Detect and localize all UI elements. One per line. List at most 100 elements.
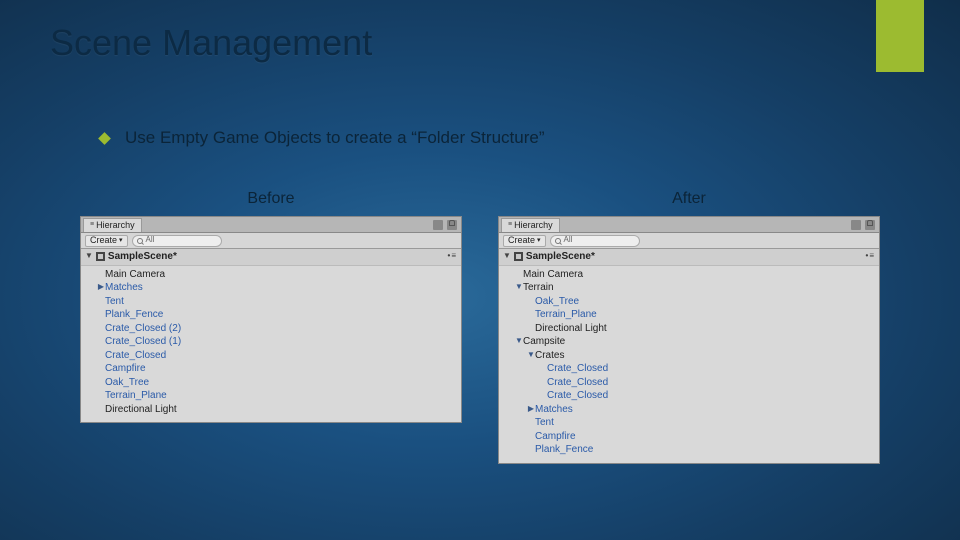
scene-row[interactable]: ▼ SampleScene* •≡ — [81, 249, 461, 266]
bullet-row: Use Empty Game Objects to create a “Fold… — [100, 128, 544, 148]
search-placeholder: All — [564, 235, 573, 246]
popout-icon[interactable] — [433, 220, 443, 230]
hierarchy-item-label: Plank_Fence — [535, 443, 593, 457]
lock-icon[interactable] — [447, 220, 457, 230]
hierarchy-item-label: Terrain — [523, 281, 554, 295]
create-label: Create — [508, 234, 535, 246]
hierarchy-item[interactable]: Crate_Closed — [499, 362, 879, 376]
hierarchy-item-label: Directional Light — [105, 403, 177, 417]
before-tree: Main Camera▶MatchesTentPlank_FenceCrate_… — [81, 266, 461, 423]
chevron-down-icon: ▾ — [119, 236, 123, 245]
search-icon — [555, 238, 561, 244]
accent-bar — [876, 0, 924, 72]
hierarchy-item[interactable]: Crate_Closed (2) — [81, 322, 461, 336]
hierarchy-item-label: Crate_Closed — [547, 389, 608, 403]
hierarchy-item-label: Crates — [535, 349, 564, 363]
scene-name: SampleScene* — [108, 250, 177, 264]
hierarchy-item-label: Terrain_Plane — [535, 308, 597, 322]
context-menu-icon[interactable]: •≡ — [448, 251, 457, 262]
context-menu-icon[interactable]: •≡ — [866, 251, 875, 262]
columns: Before ≡ Hierarchy Create ▾ — [80, 190, 880, 464]
hierarchy-item-label: Main Camera — [523, 268, 583, 282]
hierarchy-item[interactable]: Tent — [499, 416, 879, 430]
hierarchy-item[interactable]: Crate_Closed — [499, 376, 879, 390]
hierarchy-item[interactable]: ▼Campsite — [499, 335, 879, 349]
hierarchy-item-label: Main Camera — [105, 268, 165, 282]
hierarchy-item-label: Crate_Closed — [547, 362, 608, 376]
hierarchy-search[interactable]: All — [550, 235, 640, 247]
hierarchy-item[interactable]: Terrain_Plane — [81, 389, 461, 403]
hierarchy-item-label: Directional Light — [535, 322, 607, 336]
panel-toolbar: Create ▾ All — [499, 233, 879, 249]
hierarchy-search[interactable]: All — [132, 235, 222, 247]
hierarchy-item-label: Oak_Tree — [535, 295, 579, 309]
hierarchy-item[interactable]: Oak_Tree — [499, 295, 879, 309]
hierarchy-item[interactable]: ▼Crates — [499, 349, 879, 363]
foldout-arrow-icon[interactable]: ▼ — [527, 350, 535, 361]
hierarchy-item[interactable]: Main Camera — [499, 268, 879, 282]
hierarchy-item[interactable]: ▶Matches — [499, 403, 879, 417]
scene-name: SampleScene* — [526, 250, 595, 264]
foldout-arrow-icon[interactable]: ▼ — [515, 282, 523, 293]
hierarchy-item-label: Terrain_Plane — [105, 389, 167, 403]
hierarchy-item[interactable]: Plank_Fence — [81, 308, 461, 322]
hierarchy-item[interactable]: Oak_Tree — [81, 376, 461, 390]
create-button[interactable]: Create ▾ — [503, 235, 546, 247]
dropdown-icon: ≡ — [508, 220, 512, 229]
panel-toolbar: Create ▾ All — [81, 233, 461, 249]
hierarchy-panel-before: ≡ Hierarchy Create ▾ All — [80, 216, 462, 423]
slide-title: Scene Management — [50, 22, 372, 64]
foldout-arrow-icon[interactable]: ▼ — [515, 336, 523, 347]
hierarchy-item-label: Tent — [105, 295, 124, 309]
after-tree: Main Camera▼TerrainOak_TreeTerrain_Plane… — [499, 266, 879, 463]
slide: Scene Management Use Empty Game Objects … — [0, 0, 960, 540]
dropdown-icon: ≡ — [90, 220, 94, 229]
hierarchy-item[interactable]: ▶Matches — [81, 281, 461, 295]
lock-icon[interactable] — [865, 220, 875, 230]
hierarchy-item-label: Campfire — [105, 362, 146, 376]
hierarchy-item[interactable]: Crate_Closed — [81, 349, 461, 363]
hierarchy-item[interactable]: Crate_Closed (1) — [81, 335, 461, 349]
hierarchy-item[interactable]: Campfire — [81, 362, 461, 376]
unity-scene-icon — [96, 252, 105, 261]
hierarchy-tab[interactable]: ≡ Hierarchy — [83, 218, 142, 232]
foldout-icon: ▼ — [503, 251, 511, 262]
hierarchy-item[interactable]: Tent — [81, 295, 461, 309]
hierarchy-item[interactable]: Directional Light — [499, 322, 879, 336]
hierarchy-item-label: Crate_Closed — [105, 349, 166, 363]
search-icon — [137, 238, 143, 244]
hierarchy-item[interactable]: Plank_Fence — [499, 443, 879, 457]
before-column: Before ≡ Hierarchy Create ▾ — [80, 190, 462, 464]
hierarchy-item-label: Matches — [535, 403, 573, 417]
search-placeholder: All — [146, 235, 155, 246]
create-label: Create — [90, 234, 117, 246]
hierarchy-tab[interactable]: ≡ Hierarchy — [501, 218, 560, 232]
chevron-down-icon: ▾ — [537, 236, 541, 245]
popout-icon[interactable] — [851, 220, 861, 230]
hierarchy-item[interactable]: Crate_Closed — [499, 389, 879, 403]
hierarchy-item-label: Campfire — [535, 430, 576, 444]
panel-tabbar: ≡ Hierarchy — [499, 217, 879, 233]
foldout-arrow-icon[interactable]: ▶ — [527, 404, 535, 415]
hierarchy-item-label: Campsite — [523, 335, 565, 349]
foldout-arrow-icon[interactable]: ▶ — [97, 282, 105, 293]
hierarchy-item[interactable]: Main Camera — [81, 268, 461, 282]
after-label: After — [672, 190, 706, 208]
hierarchy-item[interactable]: Campfire — [499, 430, 879, 444]
hierarchy-item-label: Tent — [535, 416, 554, 430]
hierarchy-item-label: Plank_Fence — [105, 308, 163, 322]
hierarchy-item[interactable]: Terrain_Plane — [499, 308, 879, 322]
bullet-text: Use Empty Game Objects to create a “Fold… — [125, 128, 544, 148]
hierarchy-item-label: Oak_Tree — [105, 376, 149, 390]
scene-row[interactable]: ▼ SampleScene* •≡ — [499, 249, 879, 266]
hierarchy-item-label: Crate_Closed — [547, 376, 608, 390]
hierarchy-tab-label: Hierarchy — [96, 219, 135, 231]
bullet-diamond-icon — [98, 132, 111, 145]
panel-tabbar: ≡ Hierarchy — [81, 217, 461, 233]
unity-scene-icon — [514, 252, 523, 261]
create-button[interactable]: Create ▾ — [85, 235, 128, 247]
hierarchy-item-label: Crate_Closed (2) — [105, 322, 181, 336]
hierarchy-item[interactable]: ▼Terrain — [499, 281, 879, 295]
hierarchy-item[interactable]: Directional Light — [81, 403, 461, 417]
before-label: Before — [247, 190, 294, 208]
